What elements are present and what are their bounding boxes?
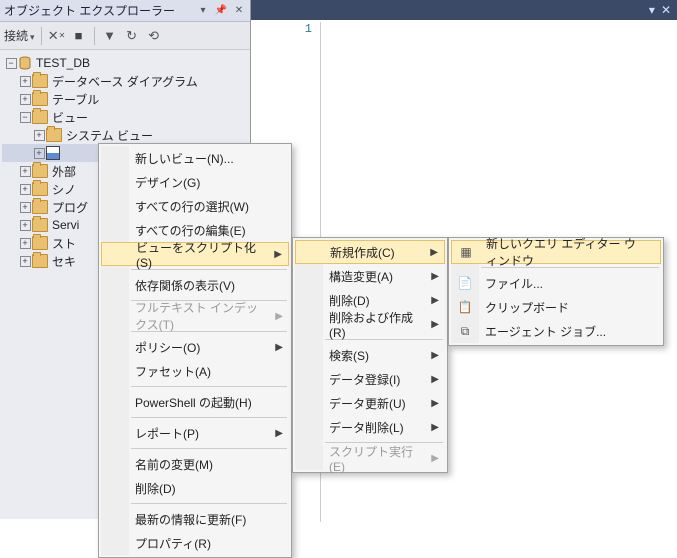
- context-menu-main: 新しいビュー(N)... デザイン(G) すべての行の選択(W) すべての行の編…: [98, 143, 292, 558]
- menu-execute: スクリプト実行(E)▶: [295, 446, 445, 470]
- stop-icon[interactable]: ■: [70, 27, 88, 45]
- folder-icon: [32, 218, 48, 232]
- toolbar: 接続▾ ✕✕ ■ ▼ ↻ ⟲: [0, 22, 250, 50]
- connect-button[interactable]: 接続▾: [4, 27, 35, 44]
- menu-refresh[interactable]: 最新の情報に更新(F): [101, 507, 289, 531]
- folder-icon: [32, 110, 48, 124]
- menu-powershell[interactable]: PowerShell の起動(H): [101, 390, 289, 414]
- menu-rename[interactable]: 名前の変更(M): [101, 452, 289, 476]
- menu-dependencies[interactable]: 依存関係の表示(V): [101, 273, 289, 297]
- menu-facet[interactable]: ファセット(A): [101, 359, 289, 383]
- folder-icon: [32, 74, 48, 88]
- pin-icon[interactable]: 📌: [214, 4, 228, 18]
- menu-new-query-window[interactable]: ▦新しいクエリ エディター ウィンドウ: [451, 240, 661, 264]
- tree-node-system-views[interactable]: +システム ビュー: [2, 126, 248, 144]
- folder-icon: [46, 128, 62, 142]
- folder-icon: [32, 92, 48, 106]
- folder-icon: [32, 200, 48, 214]
- separator: [131, 448, 287, 449]
- tree-node-diagrams[interactable]: +データベース ダイアグラム: [2, 72, 248, 90]
- folder-icon: [32, 164, 48, 178]
- separator: [131, 503, 287, 504]
- folder-icon: [32, 236, 48, 250]
- tree-node-views[interactable]: −ビュー: [2, 108, 248, 126]
- dropdown-icon[interactable]: ▾: [196, 4, 210, 18]
- close-icon[interactable]: ✕: [661, 3, 671, 17]
- menu-properties[interactable]: プロパティ(R): [101, 531, 289, 555]
- menu-policy[interactable]: ポリシー(O)▶: [101, 335, 289, 359]
- context-menu-target: ▦新しいクエリ エディター ウィンドウ 📄ファイル... 📋クリップボード ⧉エ…: [448, 237, 664, 346]
- separator: [94, 27, 95, 45]
- view-icon: [46, 146, 60, 160]
- menu-to-agent-job[interactable]: ⧉エージェント ジョブ...: [451, 319, 661, 343]
- clipboard-icon: 📋: [457, 299, 473, 315]
- window-list-icon[interactable]: ▾: [649, 3, 655, 17]
- separator: [41, 27, 42, 45]
- panel-title: オブジェクト エクスプローラー: [4, 2, 196, 19]
- folder-icon: [32, 254, 48, 268]
- context-menu-script: 新規作成(C)▶ 構造変更(A)▶ 削除(D)▶ 削除および作成(R)▶ 検索(…: [292, 237, 448, 473]
- file-icon: 📄: [457, 275, 473, 291]
- chevron-right-icon: ▶: [275, 311, 283, 322]
- menu-select-all[interactable]: すべての行の選択(W): [101, 194, 289, 218]
- query-window-icon: ▦: [458, 244, 474, 260]
- chevron-right-icon: ▶: [431, 295, 439, 306]
- tree-node-db[interactable]: − TEST_DB: [2, 54, 248, 72]
- editor-tab-strip: ▾ ✕: [251, 0, 677, 20]
- chevron-right-icon: ▶: [431, 453, 439, 464]
- menu-drop-create[interactable]: 削除および作成(R)▶: [295, 312, 445, 336]
- menu-fulltext: フルテキスト インデックス(T)▶: [101, 304, 289, 328]
- separator: [131, 386, 287, 387]
- menu-data-delete[interactable]: データ削除(L)▶: [295, 415, 445, 439]
- menu-alter[interactable]: 構造変更(A)▶: [295, 264, 445, 288]
- menu-select[interactable]: 検索(S)▶: [295, 343, 445, 367]
- database-icon: [18, 56, 32, 70]
- menu-to-clipboard[interactable]: 📋クリップボード: [451, 295, 661, 319]
- menu-insert[interactable]: データ登録(I)▶: [295, 367, 445, 391]
- chevron-right-icon: ▶: [431, 271, 439, 282]
- separator: [131, 417, 287, 418]
- folder-icon: [32, 182, 48, 196]
- chevron-right-icon: ▶: [431, 350, 439, 361]
- chevron-right-icon: ▶: [431, 422, 439, 433]
- chevron-right-icon: ▶: [431, 374, 439, 385]
- close-icon[interactable]: ✕: [232, 4, 246, 18]
- tree-node-tables[interactable]: +テーブル: [2, 90, 248, 108]
- menu-create[interactable]: 新規作成(C)▶: [295, 240, 445, 264]
- panel-header: オブジェクト エクスプローラー ▾ 📌 ✕: [0, 0, 250, 22]
- sync-icon[interactable]: ⟲: [145, 27, 163, 45]
- filter-icon[interactable]: ▼: [101, 27, 119, 45]
- chevron-right-icon: ▶: [275, 342, 283, 353]
- disconnect-icon[interactable]: ✕✕: [48, 27, 66, 45]
- chevron-right-icon: ▶: [431, 398, 439, 409]
- chevron-right-icon: ▶: [274, 249, 282, 260]
- menu-report[interactable]: レポート(P)▶: [101, 421, 289, 445]
- chevron-right-icon: ▶: [431, 319, 439, 330]
- line-number: 1: [280, 22, 316, 42]
- agent-job-icon: ⧉: [457, 323, 473, 339]
- menu-update[interactable]: データ更新(U)▶: [295, 391, 445, 415]
- menu-to-file[interactable]: 📄ファイル...: [451, 271, 661, 295]
- chevron-right-icon: ▶: [275, 428, 283, 439]
- refresh-icon[interactable]: ↻: [123, 27, 141, 45]
- menu-design[interactable]: デザイン(G): [101, 170, 289, 194]
- chevron-right-icon: ▶: [430, 247, 438, 258]
- menu-delete[interactable]: 削除(D): [101, 476, 289, 500]
- menu-script-view[interactable]: ビューをスクリプト化(S)▶: [101, 242, 289, 266]
- menu-new-view[interactable]: 新しいビュー(N)...: [101, 146, 289, 170]
